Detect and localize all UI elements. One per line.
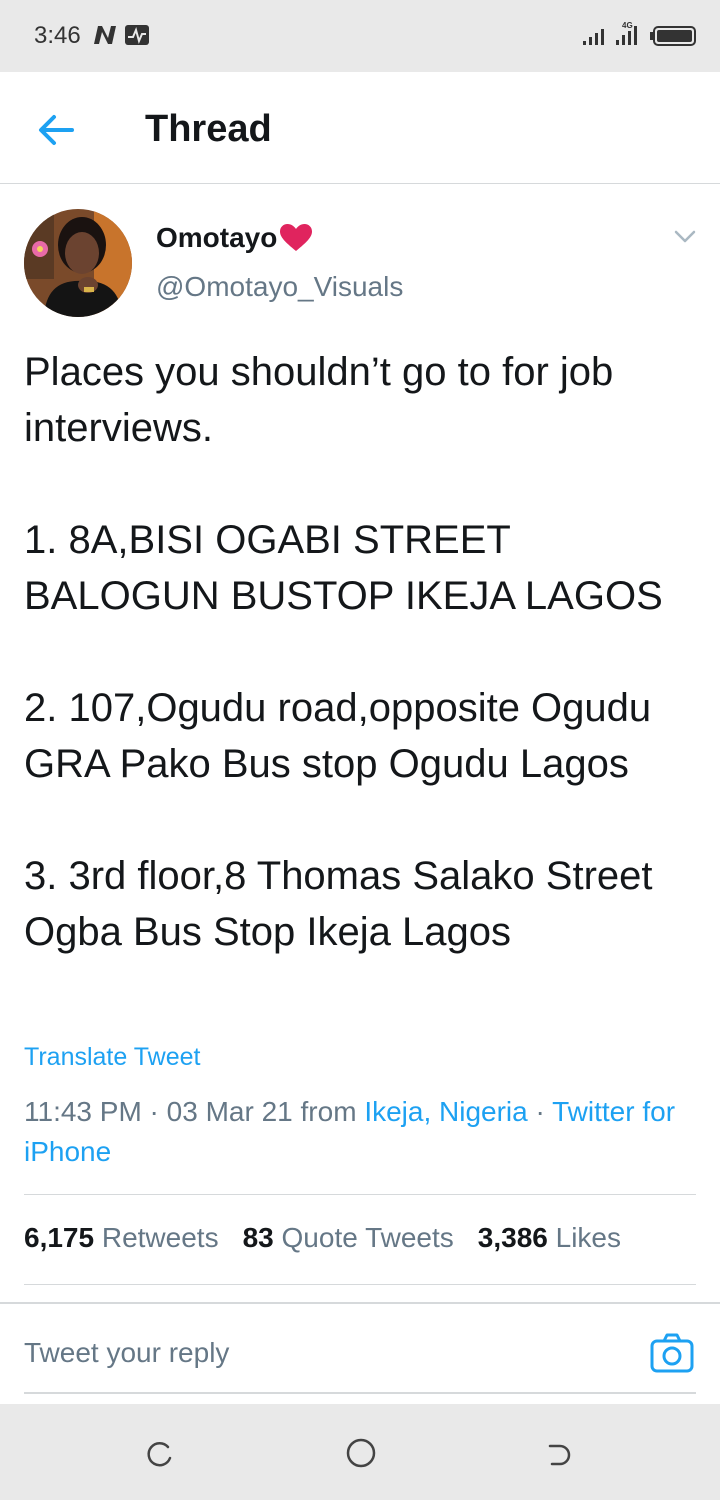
recent-apps-icon[interactable] <box>144 1438 176 1470</box>
reply-input[interactable]: Tweet your reply <box>24 1337 229 1369</box>
tweet-location-link[interactable]: Ikeja, Nigeria <box>364 1096 527 1127</box>
divider <box>24 1392 696 1394</box>
meta-separator: · <box>141 1096 167 1127</box>
tweet-time: 11:43 PM <box>24 1096 142 1127</box>
avatar[interactable] <box>24 209 132 317</box>
quote-tweets-stat[interactable]: 83 Quote Tweets <box>243 1222 454 1254</box>
divider <box>24 1194 696 1195</box>
camera-icon[interactable] <box>648 1330 696 1378</box>
back-icon[interactable] <box>544 1438 576 1470</box>
translate-tweet-link[interactable]: Translate Tweet <box>24 1043 200 1072</box>
thread-header: Thread <box>0 72 720 184</box>
status-time: 3:46 <box>34 22 81 49</box>
retweets-label: Retweets <box>101 1222 219 1253</box>
tweet-stats: 6,175 Retweets 83 Quote Tweets 3,386 Lik… <box>24 1222 621 1254</box>
quotes-count: 83 <box>242 1222 274 1253</box>
network-label: 4G <box>622 21 633 30</box>
retweets-count: 6,175 <box>24 1222 95 1253</box>
arrow-left-icon[interactable] <box>32 106 80 154</box>
system-nav-bar <box>0 1404 720 1500</box>
retweets-stat[interactable]: 6,175 Retweets <box>24 1222 219 1254</box>
display-name-text: Omotayo <box>156 222 278 253</box>
battery-icon <box>650 26 696 46</box>
home-icon[interactable] <box>344 1436 378 1470</box>
red-heart-icon <box>280 224 313 251</box>
divider <box>24 1284 696 1285</box>
meta-separator: · <box>527 1096 553 1127</box>
author-display-name[interactable]: Omotayo <box>156 222 313 254</box>
status-bar: 3:46 4G <box>0 0 720 72</box>
tweet-text: Places you shouldn’t go to for job inter… <box>24 350 663 954</box>
chevron-down-icon[interactable] <box>672 226 698 246</box>
tweet-date: 03 Mar 21 <box>166 1096 293 1127</box>
author-handle[interactable]: @Omotayo_Visuals <box>156 271 403 303</box>
page-title: Thread <box>145 108 272 150</box>
quotes-label: Quote Tweets <box>281 1222 454 1253</box>
tweet-metadata: 11:43 PM · 03 Mar 21 from Ikeja, Nigeria… <box>24 1092 696 1172</box>
likes-label: Likes <box>555 1222 622 1253</box>
activity-icon <box>125 25 149 45</box>
divider <box>0 1302 720 1304</box>
likes-count: 3,386 <box>477 1222 548 1253</box>
notification-n-icon <box>94 26 116 44</box>
signal-4g-icon: 4G <box>616 21 637 45</box>
from-label: from <box>292 1096 365 1127</box>
signal-icon <box>583 29 604 45</box>
likes-stat[interactable]: 3,386 Likes <box>478 1222 621 1254</box>
